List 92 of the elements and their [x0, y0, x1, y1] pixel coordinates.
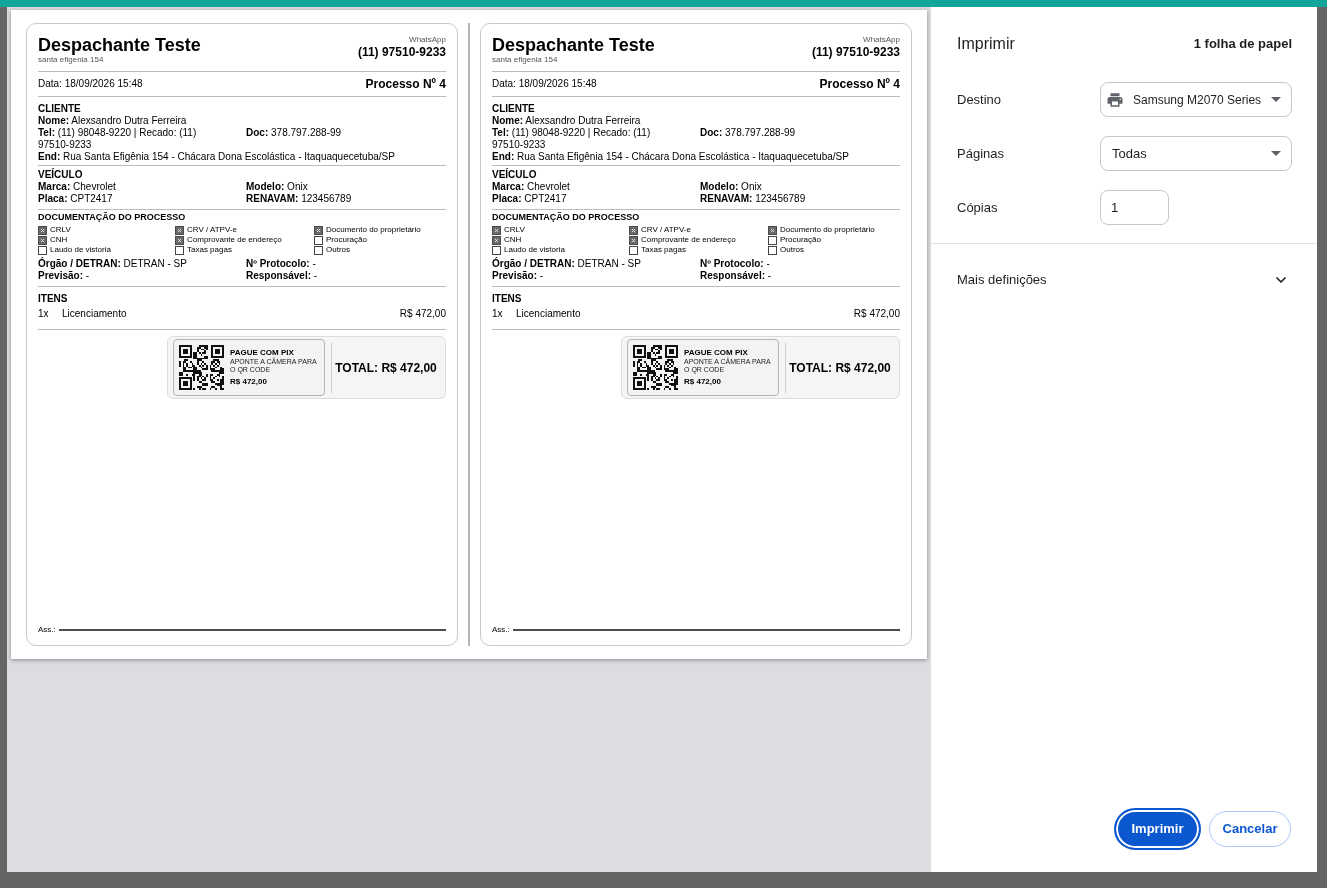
- info-field: Marca: Chevrolet: [492, 181, 670, 193]
- printer-icon: [1106, 90, 1124, 109]
- business-name: Despachante Teste: [492, 35, 655, 55]
- info-field: Nº Protocolo: -: [700, 258, 900, 270]
- contact-label: WhatsApp: [862, 35, 900, 45]
- field-label: Destino: [957, 90, 1003, 109]
- process-number: Processo Nº 4: [365, 77, 446, 91]
- section-heading: DOCUMENTAÇÃO DO PROCESSO: [38, 212, 187, 223]
- info-field: Doc: 378.797.288-99: [700, 127, 900, 139]
- print-button[interactable]: Imprimir: [1114, 808, 1201, 850]
- pix-title: PAGUE COM PIX: [230, 348, 295, 357]
- sheet-count: 1 folha de papel: [1193, 35, 1292, 54]
- item-description: Licenciamento: [62, 308, 127, 320]
- checklist-label: CRLV: [504, 225, 525, 235]
- section-heading: VEÍCULO: [38, 169, 84, 181]
- checklist-label: CRV / ATPV-e: [187, 225, 237, 235]
- field-label: Cópias: [957, 198, 999, 217]
- total-amount: TOTAL: R$ 472,00: [789, 360, 891, 375]
- section-heading: CLIENTE: [492, 103, 536, 115]
- info-field: Responsável: -: [700, 270, 900, 282]
- signature-label: Ass.:: [38, 625, 56, 635]
- pages-select[interactable]: Todas: [1100, 136, 1292, 171]
- contact-label: WhatsApp: [408, 35, 446, 45]
- business-address: santa efigenia 154: [492, 55, 559, 65]
- checklist-label: Outros: [780, 245, 804, 255]
- copies-input[interactable]: 1: [1100, 190, 1169, 225]
- checklist-label: Comprovante de endereço: [641, 235, 736, 245]
- section-heading: VEÍCULO: [492, 169, 538, 181]
- item-quantity: 1x: [38, 308, 50, 320]
- checklist-label: Procuração: [780, 235, 821, 245]
- business-address: santa efigenia 154: [38, 55, 105, 65]
- cancel-button[interactable]: Cancelar: [1209, 811, 1291, 847]
- info-field: Previsão: -: [38, 270, 216, 282]
- checklist-label: Documento do proprietário: [780, 225, 875, 235]
- checklist-label: CRLV: [50, 225, 71, 235]
- info-field: Responsável: -: [246, 270, 446, 282]
- info-field: RENAVAM: 123456789: [700, 193, 900, 205]
- info-field: Tel: (11) 98048-9220 | Recado: (11) 97510-9233: [38, 127, 216, 151]
- checklist-label: Comprovante de endereço: [187, 235, 282, 245]
- checklist-label: Laudo de vistoria: [504, 245, 565, 255]
- info-field: Nome: Alexsandro Dutra Ferreira: [492, 115, 900, 127]
- caret-icon: [1271, 151, 1281, 156]
- checklist-label: CNH: [504, 235, 522, 245]
- phone-number: (11) 97510-9233: [357, 45, 446, 59]
- field-label: Páginas: [957, 144, 1005, 163]
- info-field: Previsão: -: [492, 270, 670, 282]
- section-heading: ITENS: [492, 293, 523, 305]
- info-field: Modelo: Onix: [246, 181, 446, 193]
- info-field: Marca: Chevrolet: [38, 181, 216, 193]
- checklist-label: Taxas pagas: [641, 245, 686, 255]
- caret-icon: [1271, 97, 1281, 102]
- pix-amount: R$ 472,00: [230, 377, 268, 387]
- total-amount: TOTAL: R$ 472,00: [335, 360, 437, 375]
- info-field: RENAVAM: 123456789: [246, 193, 446, 205]
- section-heading: DOCUMENTAÇÃO DO PROCESSO: [492, 212, 641, 223]
- qr-code-icon: [633, 345, 678, 390]
- info-field: Modelo: Onix: [700, 181, 900, 193]
- info-field: Tel: (11) 98048-9220 | Recado: (11) 97510-9233: [492, 127, 670, 151]
- checklist-label: Documento do proprietário: [326, 225, 421, 235]
- date-text: Data: 18/09/2026 15:48: [492, 77, 597, 91]
- info-field: Órgão / DETRAN: DETRAN - SP: [38, 258, 216, 270]
- info-field: Nome: Alexsandro Dutra Ferreira: [38, 115, 446, 127]
- info-field: End: Rua Santa Efigênia 154 - Chácara Dona Escolástica - Itaquaquecetuba/SP: [38, 151, 446, 163]
- date-text: Data: 18/09/2026 15:48: [38, 77, 143, 91]
- info-field: Nº Protocolo: -: [246, 258, 446, 270]
- dialog-title: Imprimir: [957, 34, 1015, 54]
- pix-title: PAGUE COM PIX: [684, 348, 749, 357]
- checklist-label: Outros: [326, 245, 350, 255]
- business-name: Despachante Teste: [38, 35, 201, 55]
- item-description: Licenciamento: [516, 308, 581, 320]
- item-quantity: 1x: [492, 308, 504, 320]
- checklist-label: CNH: [50, 235, 68, 245]
- section-heading: ITENS: [38, 293, 69, 305]
- item-price: R$ 472,00: [399, 308, 446, 320]
- checklist-label: Taxas pagas: [187, 245, 232, 255]
- info-field: Placa: CPT2417: [38, 193, 216, 205]
- destination-select[interactable]: Samsung M2070 Series: [1100, 82, 1292, 117]
- item-price: R$ 472,00: [853, 308, 900, 320]
- section-heading: CLIENTE: [38, 103, 82, 115]
- signature-label: Ass.:: [492, 625, 510, 635]
- pix-amount: R$ 472,00: [684, 377, 722, 387]
- process-number: Processo Nº 4: [819, 77, 900, 91]
- qr-code-icon: [179, 345, 224, 390]
- checklist-label: Laudo de vistoria: [50, 245, 111, 255]
- more-settings-button[interactable]: Mais definições: [957, 262, 1289, 298]
- checklist-label: Procuração: [326, 235, 367, 245]
- info-field: Órgão / DETRAN: DETRAN - SP: [492, 258, 670, 270]
- info-field: End: Rua Santa Efigênia 154 - Chácara Dona Escolástica - Itaquaquecetuba/SP: [492, 151, 900, 163]
- phone-number: (11) 97510-9233: [811, 45, 900, 59]
- checklist-label: CRV / ATPV-e: [641, 225, 691, 235]
- info-field: Doc: 378.797.288-99: [246, 127, 446, 139]
- info-field: Placa: CPT2417: [492, 193, 670, 205]
